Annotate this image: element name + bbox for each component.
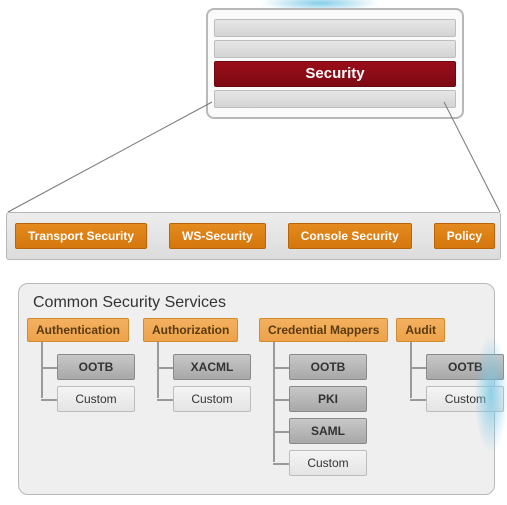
service-column-header: Audit: [396, 318, 445, 342]
category-ws-security: WS-Security: [169, 223, 266, 249]
tree-node: Custom: [157, 386, 251, 412]
category-console-security: Console Security: [288, 223, 412, 249]
service-tree: OOTB Custom: [41, 342, 135, 412]
category-transport-security: Transport Security: [15, 223, 147, 249]
common-security-services-panel: Common Security Services AuthenticationO…: [18, 283, 495, 495]
decorative-arc: [474, 334, 507, 454]
stack-layer-security: Security: [214, 61, 456, 87]
service-column-header: Authentication: [27, 318, 129, 342]
tree-node-label: OOTB: [289, 354, 367, 380]
tree-node: PKI: [273, 386, 388, 412]
tree-node: XACML: [157, 354, 251, 380]
service-column: Authentication OOTB Custom: [27, 318, 135, 412]
tree-node-label: Custom: [57, 386, 135, 412]
tree-node: SAML: [273, 418, 388, 444]
tree-node-label: OOTB: [57, 354, 135, 380]
security-categories-bar: Transport Security WS-Security Console S…: [6, 212, 501, 260]
tree-node-label: SAML: [289, 418, 367, 444]
architecture-stack: Security: [206, 8, 464, 119]
tree-node-label: Custom: [173, 386, 251, 412]
stack-layer-generic: [214, 19, 456, 37]
tree-node: OOTB: [41, 354, 135, 380]
category-policy: Policy: [434, 223, 495, 249]
service-column: Authorization XACML Custom: [143, 318, 251, 412]
service-columns: AuthenticationOOTBCustomAuthorizationXAC…: [27, 318, 486, 476]
panel-title: Common Security Services: [33, 294, 486, 312]
tree-node: Custom: [273, 450, 388, 476]
tree-node-label: PKI: [289, 386, 367, 412]
service-column-header: Authorization: [143, 318, 238, 342]
tree-node: OOTB: [273, 354, 388, 380]
service-tree: XACML Custom: [157, 342, 251, 412]
tree-node-label: Custom: [289, 450, 367, 476]
service-column-header: Credential Mappers: [259, 318, 388, 342]
service-column: Credential Mappers OOTB PKI SAML Custom: [259, 318, 388, 476]
tree-node-label: XACML: [173, 354, 251, 380]
service-tree: OOTB PKI SAML Custom: [273, 342, 388, 476]
tree-node: Custom: [41, 386, 135, 412]
stack-layer-generic: [214, 90, 456, 108]
stack-layer-generic: [214, 40, 456, 58]
